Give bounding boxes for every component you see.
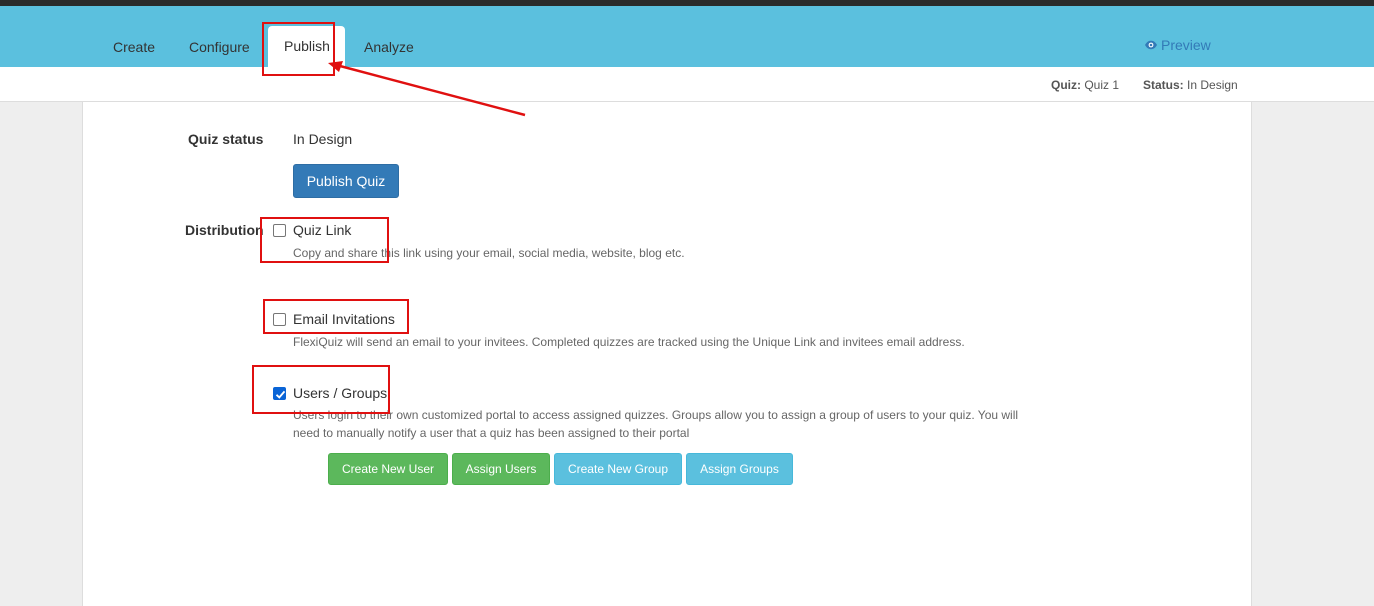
annotation-arrow (328, 61, 526, 117)
